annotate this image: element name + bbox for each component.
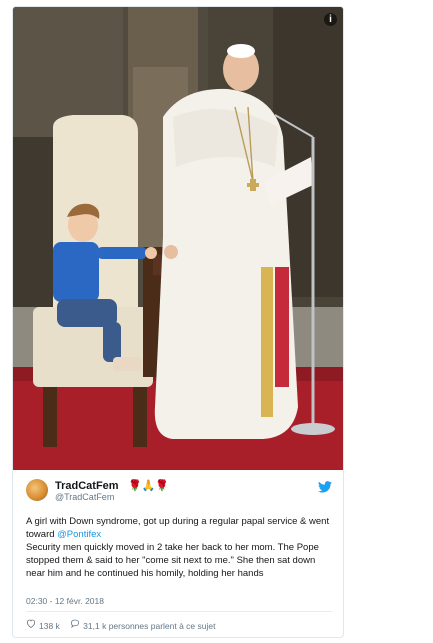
comment-action[interactable]: 31,1 k personnes parlent à ce sujet: [62, 619, 215, 631]
comment-icon: [71, 619, 80, 629]
user-name-emojis: 🌹🙏🌹: [128, 480, 170, 492]
like-action[interactable]: 138 k: [26, 619, 60, 631]
mention-link[interactable]: @Pontifex: [57, 529, 101, 540]
talking-about-count: 31,1 k personnes parlent à ce sujet: [83, 620, 216, 631]
tweet-text-part-2: Security men quickly moved in 2 take her…: [26, 542, 319, 579]
tweet-actions: 138 k 31,1 k personnes parlent à ce suje…: [26, 619, 215, 631]
divider: [26, 611, 332, 612]
user-name[interactable]: TradCatFem: [55, 480, 119, 492]
tweet-timestamp[interactable]: 02:30 - 12 févr. 2018: [26, 596, 104, 606]
info-icon[interactable]: i: [324, 13, 337, 26]
user-handle[interactable]: @TradCatFem: [55, 492, 114, 502]
tweet-card[interactable]: i TradCatFem 🌹🙏🌹 @TradCatFem A girl with…: [12, 6, 344, 638]
tweet-photo[interactable]: i: [13, 7, 343, 470]
photo-illustration: [13, 7, 343, 470]
like-count: 138 k: [39, 620, 60, 631]
avatar[interactable]: [26, 479, 48, 501]
tweet-header: TradCatFem 🌹🙏🌹 @TradCatFem: [26, 479, 332, 509]
twitter-logo-icon[interactable]: [318, 481, 332, 493]
tweet-text: A girl with Down syndrome, got up during…: [26, 515, 336, 580]
heart-icon: [26, 619, 36, 629]
